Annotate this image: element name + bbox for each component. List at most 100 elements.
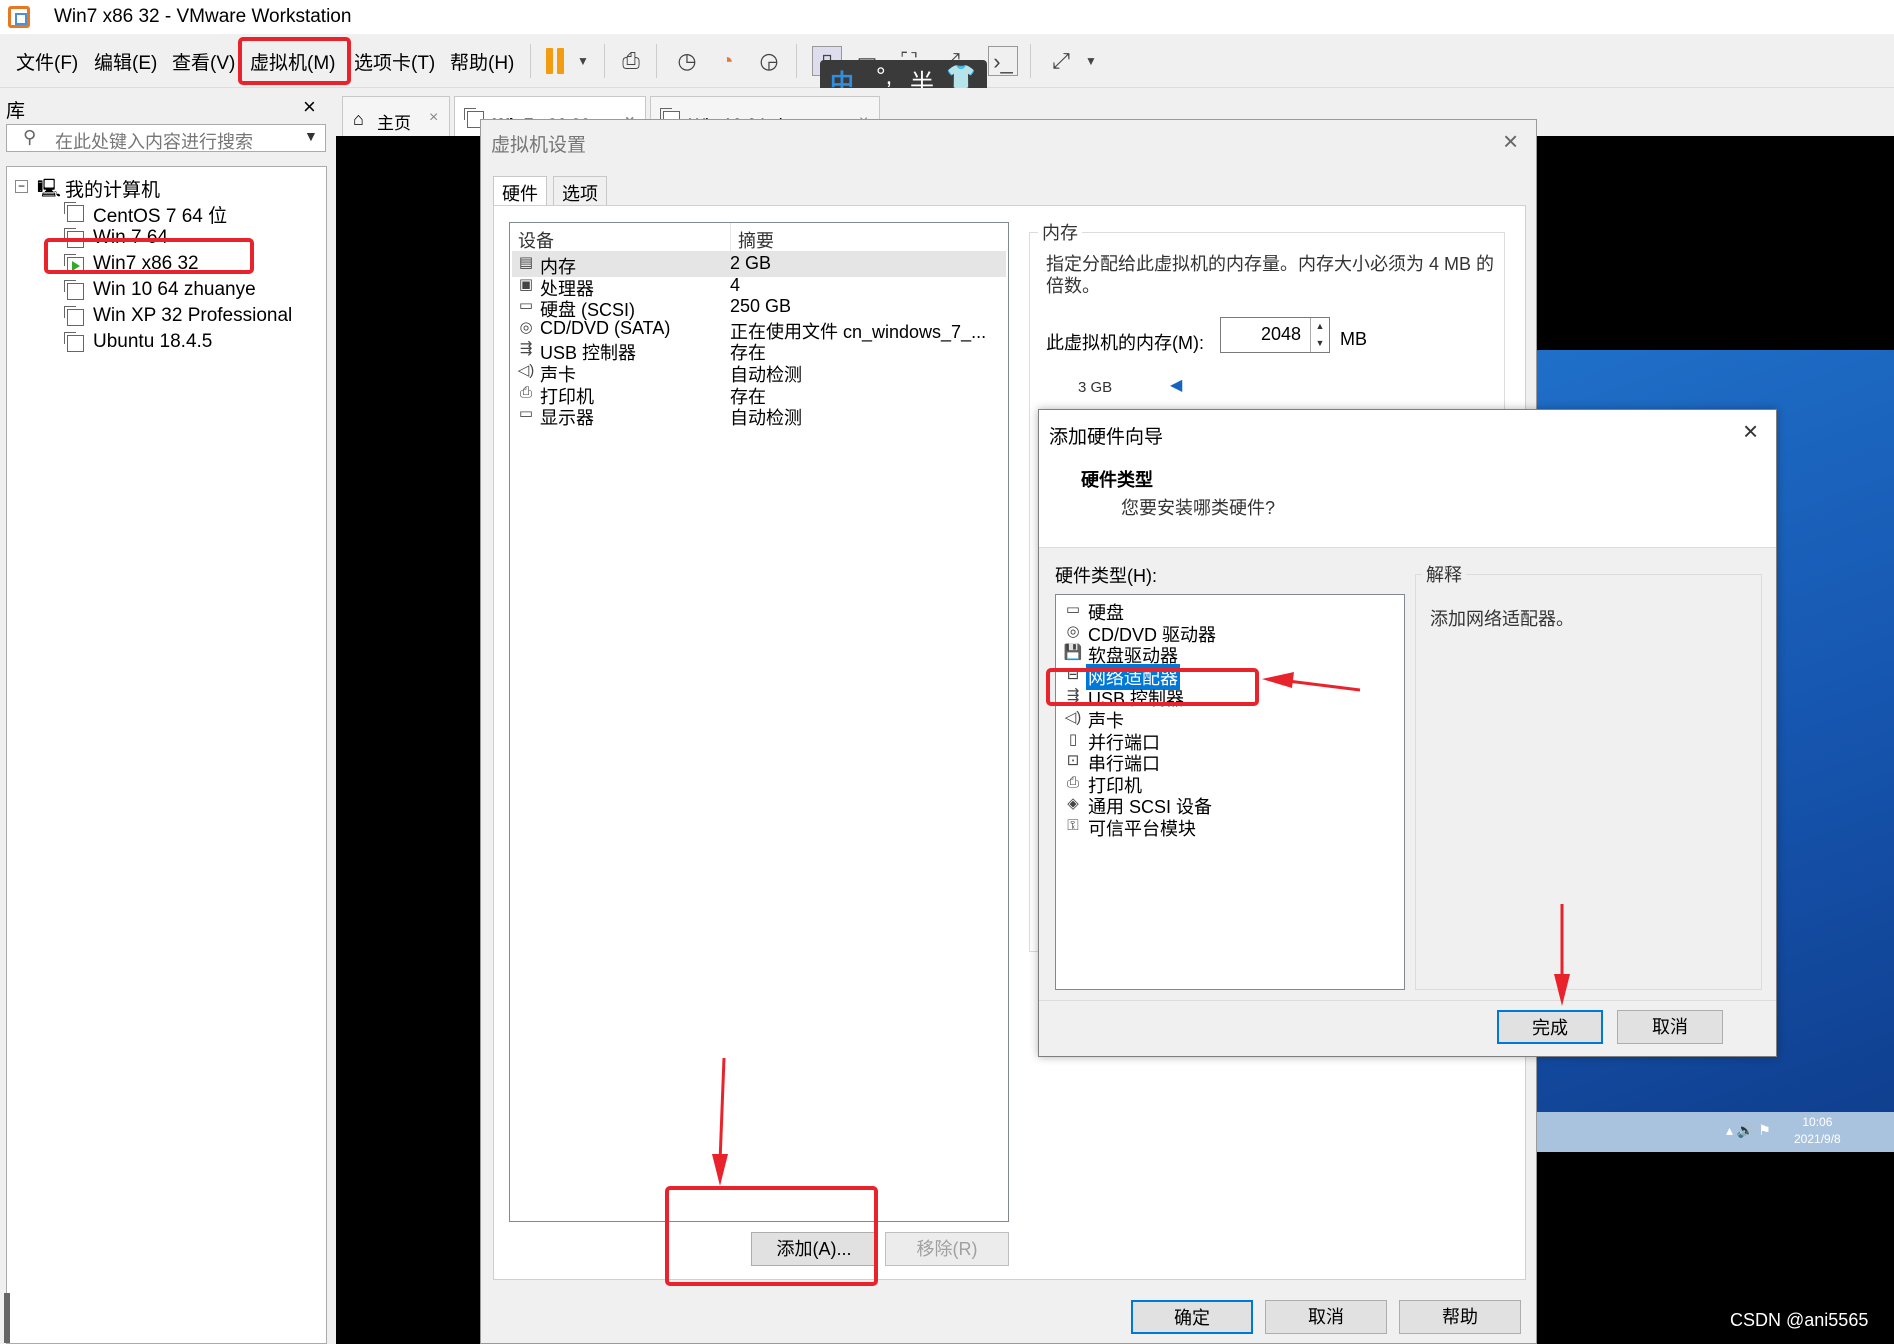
scrollbar-thumb[interactable] — [4, 1293, 10, 1343]
clock-date: 2021/9/8 — [1794, 1132, 1841, 1146]
hardware-type-label: 硬件类型(H): — [1055, 566, 1157, 586]
device-summary: 2 GB — [730, 253, 772, 273]
tab-options[interactable]: 选项 — [553, 176, 607, 206]
close-icon[interactable]: × — [1743, 416, 1758, 447]
chevron-down-icon[interactable]: ▼ — [1076, 46, 1106, 76]
library-title: 库 — [6, 101, 26, 122]
help-button[interactable]: 帮助 — [1399, 1300, 1521, 1334]
collapse-icon[interactable]: − — [15, 180, 28, 193]
close-icon[interactable]: × — [1503, 126, 1518, 157]
title-bar: Win7 x86 32 - VMware Workstation — [0, 0, 1894, 34]
tab-hardware[interactable]: 硬件 — [493, 176, 547, 206]
toolbar-separator — [604, 44, 605, 78]
floppy-icon: 💾 — [1063, 644, 1083, 662]
wizard-header: 添加硬件向导 × 硬件类型 您要安装哪类硬件? — [1039, 410, 1776, 548]
search-placeholder: 在此处键入内容进行搜索 — [55, 132, 253, 152]
menu-file[interactable]: 文件(F) — [16, 48, 78, 75]
device-row[interactable]: ▭ 显示器 自动检测 — [512, 402, 1006, 428]
close-icon[interactable]: × — [303, 94, 316, 120]
menu-tabs[interactable]: 选项卡(T) — [354, 48, 435, 75]
vm-icon — [64, 306, 84, 326]
printer-icon: ⎙ — [519, 383, 532, 401]
device-summary: 250 GB — [730, 296, 792, 317]
vmware-logo-icon — [8, 6, 30, 28]
vm-tree: − 🖳 我的计算机 CentOS 7 64 位 Win 7 64 Win7 x8… — [6, 166, 327, 1344]
console-icon[interactable]: ›_ — [988, 46, 1018, 76]
clock-time: 10:06 — [1802, 1115, 1833, 1129]
snapshot-manager-icon[interactable]: ◶ — [754, 46, 784, 76]
finish-button[interactable]: 完成 — [1497, 1010, 1603, 1044]
cd-icon: ◎ — [1066, 622, 1080, 640]
memory-spinner[interactable]: ▲ ▼ — [1310, 318, 1329, 352]
toolbar-separator — [1030, 44, 1031, 78]
arrow-to-add-icon — [712, 1057, 728, 1186]
toolbar-separator — [530, 44, 531, 78]
wizard-footer-divider — [1039, 1000, 1776, 1001]
chevron-down-icon[interactable]: ▼ — [304, 128, 318, 144]
cd-icon: ◎ — [519, 318, 533, 336]
add-hardware-wizard: 添加硬件向导 × 硬件类型 您要安装哪类硬件? 硬件类型(H): ▭ 硬盘 ◎ CD/… — [1038, 409, 1777, 1057]
device-name: 显示器 — [540, 408, 594, 429]
cancel-button[interactable]: 取消 — [1265, 1300, 1387, 1334]
memory-label: 此虚拟机的内存(M): — [1046, 333, 1204, 353]
remove-button[interactable]: 移除(R) — [885, 1232, 1009, 1266]
serial-port-icon: ⊡ — [1066, 752, 1080, 770]
computer-icon: 🖳 — [37, 178, 62, 198]
ok-button[interactable]: 确定 — [1131, 1300, 1253, 1334]
tree-item-label: Win 10 64 zhuanye — [93, 279, 256, 300]
sound-icon: ◁) — [1064, 709, 1082, 726]
arrow-to-network-icon — [1262, 672, 1361, 692]
explanation-group: 解释 添加网络适配器。 — [1415, 561, 1762, 990]
wizard-title: 添加硬件向导 — [1049, 427, 1164, 448]
watermark: CSDN @ani5565 — [1730, 1310, 1869, 1330]
memory-description: 指定分配给此虚拟机的内存量。内存大小必须为 4 MB 的倍数。 — [1046, 254, 1495, 296]
chevron-down-icon[interactable]: ▼ — [568, 46, 598, 76]
device-name: CD/DVD (SATA) — [540, 317, 671, 338]
ime-punct[interactable]: °, — [876, 63, 892, 91]
send-ctrl-alt-del-icon[interactable]: ⎙ — [616, 46, 646, 76]
usb-icon: ⇶ — [519, 340, 533, 358]
explanation-text: 添加网络适配器。 — [1430, 609, 1574, 629]
display-icon: ▭ — [518, 405, 534, 423]
wizard-heading: 硬件类型 — [1081, 470, 1153, 490]
tpm-icon: ⚿ — [1067, 817, 1079, 834]
pause-icon[interactable] — [544, 48, 566, 74]
sound-icon: ◁) — [517, 362, 535, 379]
menu-edit[interactable]: 编辑(E) — [94, 48, 157, 75]
close-icon[interactable]: × — [429, 109, 438, 127]
highlight-vm-menu — [238, 37, 351, 85]
revert-snapshot-icon[interactable]: ◔ — [712, 46, 742, 76]
harddisk-icon: ▭ — [1065, 601, 1081, 618]
highlight-network-adapter — [1046, 668, 1259, 706]
snapshot-icon[interactable]: ◷ — [672, 46, 702, 76]
search-icon: ⚲ — [23, 127, 37, 147]
parallel-port-icon: ▯ — [1068, 730, 1078, 748]
memory-tick-label: 3 GB — [1078, 379, 1113, 396]
menu-help[interactable]: 帮助(H) — [450, 48, 514, 75]
col-summary-header[interactable]: 摘要 — [738, 227, 774, 253]
arrow-to-finish-icon — [1554, 904, 1570, 1006]
explanation-title: 解释 — [1422, 561, 1466, 587]
vm-icon — [64, 280, 84, 300]
tray-icons[interactable]: ▴ 🔊 ⚑ — [1726, 1122, 1771, 1139]
guest-clock[interactable]: 10:06 2021/9/8 — [1794, 1114, 1841, 1148]
memory-icon: ▤ — [518, 254, 534, 271]
device-list: 设备 摘要 ▤ 内存 2 GB ▣ 处理器 4 ▭ 硬盘 (SCSI) 250 GB ◎ CD/DV… — [509, 222, 1009, 1222]
hardware-type-label: 可信平台模块 — [1088, 819, 1196, 839]
wizard-cancel-button[interactable]: 取消 — [1617, 1010, 1723, 1044]
guest-taskbar[interactable]: ▴ 🔊 ⚑ 10:06 2021/9/8 — [1536, 1112, 1894, 1152]
memory-group-title: 内存 — [1038, 219, 1082, 245]
library-search-input[interactable]: ⚲ 在此处键入内容进行搜索 ▼ — [6, 124, 326, 152]
window-title: Win7 x86 32 - VMware Workstation — [54, 6, 352, 27]
processor-icon: ▣ — [518, 275, 534, 293]
hardware-type-list: ▭ 硬盘 ◎ CD/DVD 驱动器 💾 软盘驱动器 ⊟ 网络适配器 ⇶ USB 控制器 ◁) 声卡 ▯ 并… — [1055, 594, 1405, 990]
stretch-icon[interactable]: ⤢ — [1046, 46, 1076, 76]
library-panel: 库 × ⚲ 在此处键入内容进行搜索 ▼ − 🖳 我的计算机 CentOS 7 6… — [0, 88, 333, 1344]
col-device-header[interactable]: 设备 — [518, 227, 554, 253]
menu-view[interactable]: 查看(V) — [172, 48, 235, 75]
tab-home[interactable]: ⌂ 主页 × — [342, 96, 450, 136]
wizard-subheading: 您要安装哪类硬件? — [1121, 498, 1276, 518]
tab-label: 主页 — [377, 114, 411, 133]
scsi-icon: ◈ — [1067, 795, 1079, 813]
home-icon: ⌂ — [353, 109, 364, 129]
